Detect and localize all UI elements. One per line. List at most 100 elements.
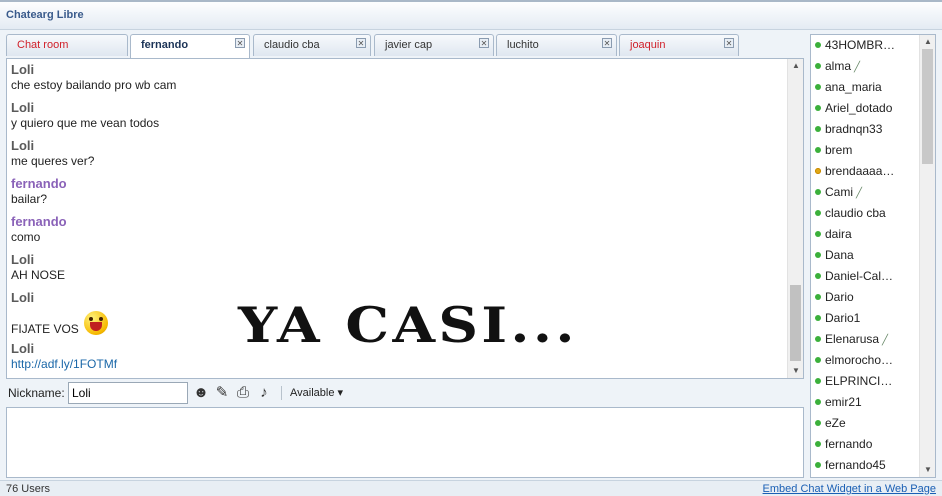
- tab-claudio-cba[interactable]: claudio cba ✕: [253, 34, 371, 56]
- tab-chat-room[interactable]: Chat room: [6, 34, 128, 56]
- message-sender: fernando: [11, 214, 67, 229]
- print-icon[interactable]: ⎙: [234, 384, 252, 402]
- user-item[interactable]: brendaaaa…: [815, 164, 894, 178]
- user-name: ana_maria: [825, 80, 882, 94]
- scrollbar-thumb[interactable]: [790, 285, 801, 361]
- online-status-icon: [815, 105, 821, 111]
- user-item[interactable]: Dario: [815, 290, 854, 304]
- user-item[interactable]: claudio cba: [815, 206, 886, 220]
- tab-fernando[interactable]: fernando ✕: [130, 34, 250, 58]
- user-name: bradnqn33: [825, 122, 883, 136]
- user-item[interactable]: Elenarusa ╱: [815, 332, 888, 346]
- user-item[interactable]: brem: [815, 143, 852, 157]
- user-item[interactable]: daira: [815, 227, 852, 241]
- user-item[interactable]: ana_maria: [815, 80, 882, 94]
- online-status-icon: [815, 147, 821, 153]
- wrench-icon[interactable]: ✎: [213, 384, 231, 402]
- online-status-icon: [815, 63, 821, 69]
- user-item[interactable]: eZe: [815, 416, 846, 430]
- message-sender: Loli: [11, 290, 35, 305]
- message: Loli http://adf.ly/1FOTMf: [11, 341, 117, 371]
- user-name: Dario1: [825, 311, 861, 325]
- online-status-icon: [815, 399, 821, 405]
- message-text-row: FIJATE VOS: [11, 311, 109, 336]
- user-list[interactable]: 43HOMBR… alma ╱ ana_maria Ariel_dotado br…: [810, 34, 936, 478]
- title-bar: Chatearg Libre: [0, 0, 942, 30]
- close-tab-icon[interactable]: ✕: [602, 38, 612, 48]
- message: Loli che estoy bailando pro wb cam: [11, 62, 176, 92]
- toolbar-divider: [281, 386, 282, 400]
- scroll-down-icon[interactable]: ▼: [920, 463, 935, 477]
- status-dropdown[interactable]: Available ▾: [290, 386, 343, 399]
- tab-javier-cap[interactable]: javier cap ✕: [374, 34, 494, 56]
- user-item[interactable]: emir21: [815, 395, 862, 409]
- away-status-icon: [815, 168, 821, 174]
- user-item[interactable]: bradnqn33: [815, 122, 882, 136]
- scroll-up-icon[interactable]: ▲: [788, 59, 803, 73]
- user-item[interactable]: fernando45: [815, 458, 886, 472]
- sound-icon[interactable]: ♪: [255, 384, 273, 402]
- user-item[interactable]: ELPRINCI…: [815, 374, 892, 388]
- user-name: brendaaaa…: [825, 164, 895, 178]
- online-status-icon: [815, 336, 821, 342]
- message-text: che estoy bailando pro wb cam: [11, 78, 177, 92]
- message-scrollbar[interactable]: ▲ ▼: [787, 59, 803, 378]
- online-status-icon: [815, 84, 821, 90]
- user-item[interactable]: fernando: [815, 437, 872, 451]
- user-name: alma: [825, 59, 852, 73]
- nickname-input[interactable]: [68, 382, 188, 404]
- online-status-icon: [815, 420, 821, 426]
- close-tab-icon[interactable]: ✕: [356, 38, 366, 48]
- pencil-icon: ╱: [882, 335, 889, 346]
- tab-label: fernando: [141, 39, 189, 51]
- scroll-up-icon[interactable]: ▲: [920, 35, 935, 49]
- online-status-icon: [815, 294, 821, 300]
- message: fernando bailar?: [11, 176, 67, 206]
- tab-label: joaquin: [630, 39, 666, 51]
- chat-widget: Chat room fernando ✕ claudio cba ✕ javie…: [0, 30, 942, 480]
- nickname-label: Nickname:: [8, 386, 65, 400]
- user-item[interactable]: Dana: [815, 248, 854, 262]
- user-name: Elenarusa: [825, 332, 880, 346]
- user-item[interactable]: 43HOMBR…: [815, 38, 895, 52]
- online-status-icon: [815, 189, 821, 195]
- online-status-icon: [815, 126, 821, 132]
- tab-joaquin[interactable]: joaquin ✕: [619, 34, 739, 56]
- scroll-down-icon[interactable]: ▼: [788, 364, 803, 378]
- message: Loli FIJATE VOS: [11, 290, 109, 336]
- message-input[interactable]: [6, 407, 804, 478]
- message-sender: Loli: [11, 252, 35, 267]
- user-list-scrollbar[interactable]: ▲ ▼: [919, 35, 935, 477]
- user-name: Ariel_dotado: [825, 101, 893, 115]
- user-name: Dario: [825, 290, 854, 304]
- scrollbar-thumb[interactable]: [922, 49, 933, 164]
- message: Loli y quiero que me vean todos: [11, 100, 159, 130]
- user-name: fernando45: [825, 458, 886, 472]
- message-link[interactable]: http://adf.ly/1FOTMf: [11, 357, 117, 371]
- smiley-icon[interactable]: ☻: [192, 384, 210, 402]
- user-name: daira: [825, 227, 852, 241]
- tab-luchito[interactable]: luchito ✕: [496, 34, 617, 56]
- user-count: 76 Users: [6, 483, 51, 495]
- user-item[interactable]: Dario1: [815, 311, 860, 325]
- user-item[interactable]: Ariel_dotado: [815, 101, 892, 115]
- message-text: bailar?: [11, 192, 48, 206]
- user-name: claudio cba: [825, 206, 886, 220]
- tab-label: javier cap: [385, 39, 433, 51]
- close-tab-icon[interactable]: ✕: [235, 38, 245, 48]
- close-tab-icon[interactable]: ✕: [479, 38, 489, 48]
- online-status-icon: [815, 231, 821, 237]
- online-status-icon: [815, 378, 821, 384]
- message: fernando como: [11, 214, 67, 244]
- online-status-icon: [815, 441, 821, 447]
- message-text: me queres ver?: [11, 154, 95, 168]
- tab-label: claudio cba: [264, 39, 320, 51]
- user-name: eZe: [825, 416, 846, 430]
- user-item[interactable]: alma ╱: [815, 59, 860, 73]
- user-item[interactable]: Cami ╱: [815, 185, 862, 199]
- user-item[interactable]: elmorocho…: [815, 353, 893, 367]
- user-item[interactable]: Daniel-Cal…: [815, 269, 893, 283]
- embed-widget-link[interactable]: Embed Chat Widget in a Web Page: [763, 483, 936, 495]
- user-name: ELPRINCI…: [825, 374, 893, 388]
- close-tab-icon[interactable]: ✕: [724, 38, 734, 48]
